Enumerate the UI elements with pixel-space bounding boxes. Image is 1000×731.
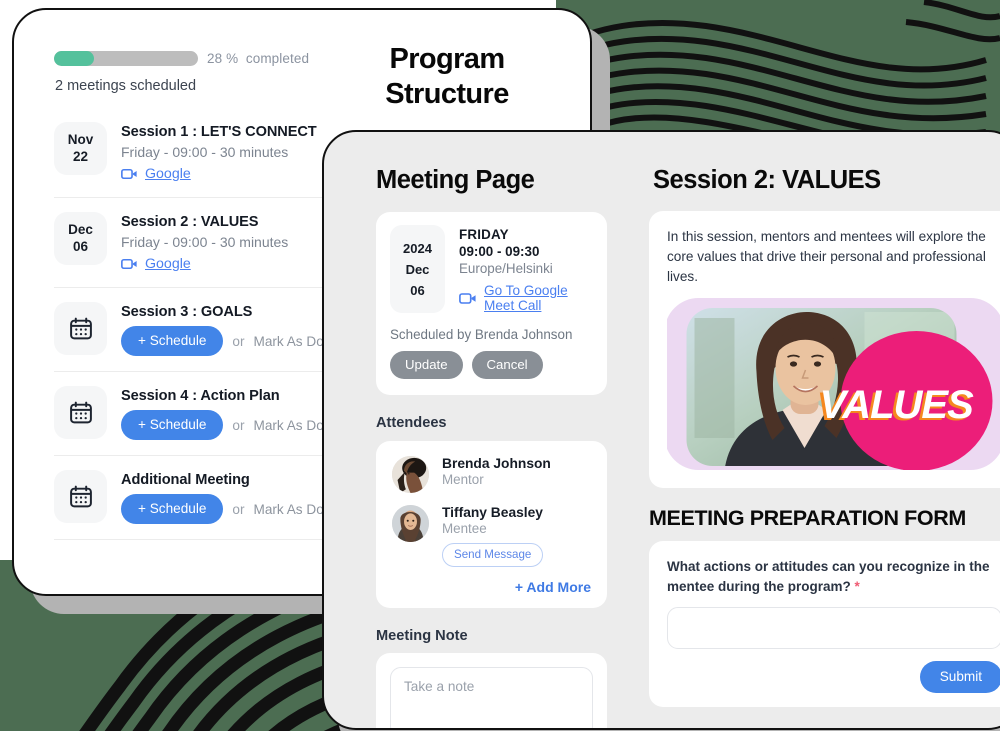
- session-subtitle: Friday - 09:00 - 30 minutes: [121, 234, 289, 250]
- cancel-meeting-button[interactable]: Cancel: [471, 351, 543, 379]
- session-row: Session 4 : Action Plan + Schedule or Mark …: [54, 372, 354, 456]
- session-badge-day: 06: [72, 238, 89, 254]
- go-to-google-meet-label: Go To Google Meet Call: [484, 283, 568, 313]
- session-list: Nov 22 Session 1 : LET'S CONNECT Friday - 0…: [54, 108, 354, 540]
- session-body: Session 3 : GOALS + Schedule or Mark As Don…: [121, 302, 354, 356]
- attendee-name: Tiffany Beasley: [442, 505, 543, 520]
- preparation-answer-input[interactable]: [667, 607, 1000, 650]
- avatar: [392, 505, 429, 542]
- session-row: Nov 22 Session 1 : LET'S CONNECT Friday - 0…: [54, 108, 354, 198]
- session-action-row: + Schedule or Mark As Done: [121, 410, 354, 440]
- attendee-role: Mentor: [442, 472, 484, 487]
- or-label: or: [232, 417, 245, 433]
- session-meeting-link-label: Google: [145, 256, 191, 272]
- schedule-session-button[interactable]: + Schedule: [121, 326, 224, 356]
- svg-text:VALUES: VALUES: [820, 383, 975, 427]
- feedback-form-heading: MEETING FEEDBACK FORM: [649, 725, 1000, 728]
- session-title: Additional Meeting: [121, 472, 250, 488]
- session-row: Additional Meeting + Schedule or Mark As Do…: [54, 456, 354, 540]
- session-badge-month: Dec: [68, 222, 93, 238]
- session-description: In this session, mentors and mentees wil…: [667, 229, 986, 285]
- or-label: or: [232, 501, 245, 517]
- preparation-question-text: What actions or attitudes can you recogn…: [667, 559, 990, 594]
- preparation-form-card: What actions or attitudes can you recogn…: [649, 541, 1000, 708]
- session-body: Session 2 : VALUES Friday - 09:00 - 30 mi…: [121, 212, 354, 272]
- meeting-time-range: 09:00 - 09:30: [459, 244, 540, 259]
- session-description-card: In this session, mentors and mentees wil…: [649, 211, 1000, 489]
- progress-bar-fill: [54, 51, 95, 66]
- attendee-role: Mentee: [442, 521, 487, 536]
- session-meeting-link[interactable]: Google: [121, 256, 354, 272]
- program-structure-title: Program Structure: [332, 42, 562, 113]
- session-action-row: + Schedule or Mark As Done: [121, 494, 354, 524]
- meeting-detail-card: 2024 Dec 06 FRIDAY 09:00 - 09:30 Europe/…: [376, 212, 607, 395]
- video-camera-icon: [121, 258, 138, 270]
- video-camera-icon: [121, 168, 138, 180]
- schedule-session-button[interactable]: + Schedule: [121, 410, 224, 440]
- meeting-note-card: [376, 653, 607, 728]
- session-badge-month: Nov: [67, 132, 94, 148]
- session-title: Session 2 : VALUES: [121, 214, 259, 230]
- meeting-page-right-column: Session 2: VALUES In this session, mento…: [629, 132, 1000, 728]
- attendee-name: Brenda Johnson: [442, 456, 551, 471]
- submit-preparation-button[interactable]: Submit: [919, 661, 1000, 694]
- program-structure-title-line-1: Program: [389, 43, 505, 75]
- session-title: Session 2: VALUES: [653, 166, 881, 194]
- required-asterisk: *: [854, 578, 860, 594]
- session-meeting-link[interactable]: Google: [121, 166, 354, 182]
- session-hero-image: VALUES VALUES: [667, 298, 1000, 471]
- session-row: Session 3 : GOALS + Schedule or Mark As Don…: [54, 288, 354, 372]
- avatar: [392, 456, 429, 493]
- meeting-note-heading: Meeting Note: [376, 628, 468, 644]
- session-body: Session 1 : LET'S CONNECT Friday - 09:00 …: [121, 122, 354, 182]
- session-badge-day: 22: [72, 148, 89, 164]
- meeting-page-title: Meeting Page: [376, 166, 535, 194]
- add-more-attendees-button[interactable]: + Add More: [392, 579, 591, 595]
- meeting-page-card: Meeting Page 2024 Dec 06 FRIDAY 09:00 - …: [322, 130, 1000, 730]
- progress-row: 28 % completed: [54, 51, 309, 66]
- meeting-timezone: Europe/Helsinki: [459, 261, 553, 276]
- preparation-form-heading: MEETING PREPARATION FORM: [649, 506, 966, 531]
- meeting-date-badge: 2024 Dec 06: [390, 225, 445, 313]
- session-body: Additional Meeting + Schedule or Mark As Do…: [121, 470, 354, 524]
- program-structure-title-line-2: Structure: [385, 78, 509, 111]
- attendees-card: Brenda Johnson Mentor Tiffany Beasley Me…: [376, 441, 607, 608]
- progress-percent: 28 %: [207, 51, 239, 66]
- attendees-heading: Attendees: [376, 415, 447, 431]
- session-date-badge: Dec 06: [54, 212, 107, 265]
- meeting-date-year: 2024: [403, 240, 432, 256]
- calendar-icon: [54, 386, 107, 439]
- attendee-row: Brenda Johnson Mentor: [392, 456, 591, 493]
- scheduled-by-label: Scheduled by Brenda Johnson: [390, 327, 573, 342]
- session-action-row: + Schedule or Mark As Done: [121, 326, 354, 356]
- session-meeting-link-label: Google: [145, 166, 191, 182]
- session-title: Session 4 : Action Plan: [121, 388, 280, 404]
- progress-completed-label: completed: [245, 51, 310, 66]
- screenshot-root: Program Structure 28 % completed 2 meeti…: [0, 0, 1000, 731]
- meeting-weekday: FRIDAY: [459, 227, 509, 242]
- progress-bar-track: [54, 51, 198, 66]
- session-title: Session 1 : LET'S CONNECT: [121, 124, 317, 140]
- session-row: Dec 06 Session 2 : VALUES Friday - 09:00 - …: [54, 198, 354, 288]
- session-body: Session 4 : Action Plan + Schedule or Mark …: [121, 386, 354, 440]
- meeting-page-left-column: Meeting Page 2024 Dec 06 FRIDAY 09:00 - …: [324, 132, 629, 728]
- go-to-google-meet-link[interactable]: Go To Google Meet Call: [459, 283, 593, 313]
- calendar-icon: [54, 302, 107, 355]
- schedule-session-button[interactable]: + Schedule: [121, 494, 224, 524]
- video-camera-icon: [459, 292, 476, 304]
- send-message-button[interactable]: Send Message: [442, 543, 544, 567]
- update-meeting-button[interactable]: Update: [390, 351, 463, 379]
- meeting-date-day: 06: [410, 282, 425, 298]
- preparation-question-label: What actions or attitudes can you recogn…: [667, 557, 1000, 596]
- session-subtitle: Friday - 09:00 - 30 minutes: [121, 144, 289, 160]
- attendee-row: Tiffany Beasley Mentee Send Message: [392, 505, 591, 567]
- meetings-scheduled-label: 2 meetings scheduled: [55, 78, 197, 94]
- session-date-badge: Nov 22: [54, 122, 107, 175]
- calendar-icon: [54, 470, 107, 523]
- progress-label: 28 % completed: [207, 51, 309, 66]
- session-title: Session 3 : GOALS: [121, 304, 253, 320]
- or-label: or: [232, 333, 245, 349]
- meeting-date-month: Dec: [405, 261, 430, 277]
- meeting-note-input[interactable]: [390, 667, 593, 728]
